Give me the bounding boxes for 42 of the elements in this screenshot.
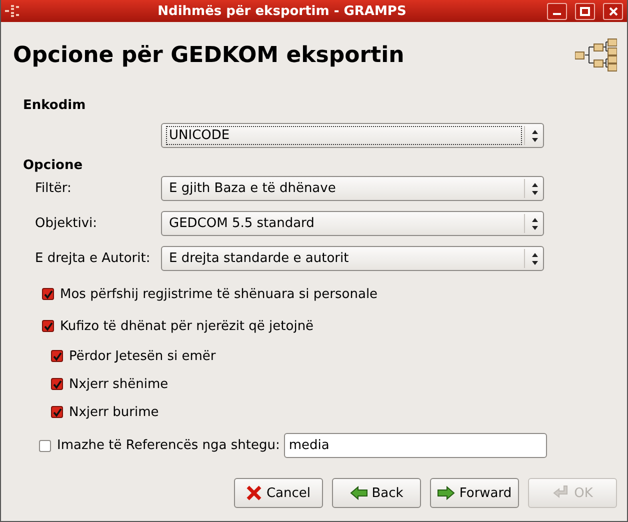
dropdown-arrows-icon: [531, 252, 539, 266]
dropdown[interactable]: UNICODE: [161, 123, 544, 148]
close-icon: [246, 485, 262, 501]
field-label: Objektivi:: [34, 216, 98, 231]
path-input-field[interactable]: media: [284, 433, 547, 458]
family-tree-icon: [575, 38, 617, 72]
return-arrow-icon: [552, 485, 570, 501]
section-heading: Enkodim: [23, 98, 87, 115]
field-label: E drejta e Autorit:: [34, 251, 152, 266]
checkbox[interactable]: [39, 440, 51, 452]
checkbox-label: Nxjerr burime: [69, 404, 159, 420]
close-icon: [608, 6, 618, 16]
dropdown[interactable]: GEDCOM 5.5 standard: [161, 211, 544, 236]
section-heading: Opcione: [23, 158, 84, 175]
page-heading: Opcione për GEDKOM eksportin: [13, 42, 404, 68]
dropdown-arrows-icon: [531, 216, 539, 230]
checkbox-label: Nxjerr shënime: [69, 376, 168, 392]
checkbox-label: Imazhe të Referencës nga shtegu:: [57, 438, 280, 453]
checkbox[interactable]: [51, 378, 63, 390]
checkbox[interactable]: [51, 406, 63, 418]
dropdown-arrows-icon: [531, 128, 539, 142]
maximize-icon: [580, 6, 590, 16]
minimize-button[interactable]: [547, 2, 567, 20]
dropdown[interactable]: E gjith Baza e të dhënave: [161, 176, 544, 201]
checkbox[interactable]: [51, 350, 63, 362]
dropdown[interactable]: E drejta standarde e autorit: [161, 246, 544, 271]
checkbox-label: Përdor Jetesën si emër: [69, 348, 216, 364]
back-button[interactable]: Back: [332, 478, 421, 508]
right-arrow-icon: [437, 486, 456, 500]
left-arrow-icon: [350, 486, 368, 500]
forward-button[interactable]: Forward: [430, 478, 519, 508]
close-button[interactable]: [603, 2, 623, 20]
window-title: Ndihmës për eksportim - GRAMPS: [156, 4, 408, 18]
field-label: Filtër:: [34, 181, 72, 196]
checkbox[interactable]: [42, 320, 54, 332]
checkbox-label: Kufizo të dhënat për njerëzit që jetojnë: [60, 318, 314, 334]
dropdown-arrows-icon: [531, 182, 539, 196]
maximize-button[interactable]: [575, 2, 595, 20]
cancel-button[interactable]: Cancel: [234, 478, 323, 508]
menu-icon[interactable]: [5, 5, 19, 17]
checkbox[interactable]: [42, 288, 54, 300]
checkbox-label: Mos përfshij regjistrime të shënuara si personale: [60, 286, 378, 302]
